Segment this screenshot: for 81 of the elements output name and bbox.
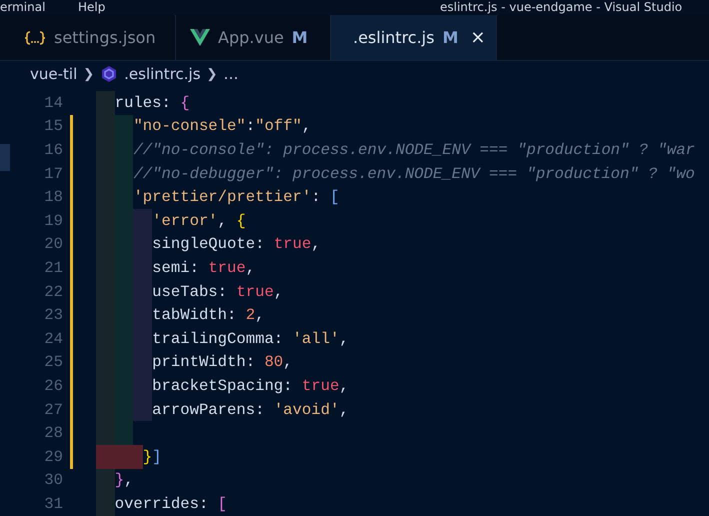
braces-icon [24, 30, 46, 46]
code-token: bracketSpacing: [152, 376, 294, 395]
code-token: , [274, 282, 284, 301]
code-token: arrowParens: [152, 400, 266, 419]
menu-item[interactable]: Help [78, 0, 106, 15]
code-token: 'prettier/prettier' [133, 188, 312, 206]
code-token: , [283, 353, 293, 372]
code-token: singleQuote: [152, 235, 266, 254]
code-token: useTabs: [152, 282, 228, 301]
line-number: 15 [43, 117, 63, 136]
code-token: : [311, 188, 322, 206]
breadcrumb-file[interactable]: .eslintrc.js [124, 65, 201, 83]
indent-guide [133, 398, 152, 422]
code-token: } [114, 471, 124, 490]
line-number: 22 [43, 282, 63, 301]
line-number: 31 [43, 494, 63, 513]
line-number: 18 [43, 188, 63, 206]
close-icon[interactable]: × [470, 27, 486, 48]
code-token: //"no-debugger": process.env.NODE_ENV === "production" ? "wo [133, 164, 695, 183]
line-number: 24 [43, 330, 63, 348]
code-token: , [124, 471, 134, 490]
code-token: , [339, 376, 349, 395]
code-token: : [246, 117, 256, 136]
line-number: 21 [43, 258, 63, 277]
code-token: , [246, 258, 256, 277]
code-token: 2 [246, 306, 256, 324]
code-token: , [339, 330, 349, 348]
code-token: } [142, 448, 152, 466]
code-token: 'error' [152, 212, 218, 230]
code-token: , [339, 400, 349, 419]
code-token: overrides: [114, 494, 210, 513]
line-number: 27 [43, 400, 63, 419]
code-token: printWidth: [152, 353, 256, 372]
indent-guide [96, 468, 115, 492]
code-token: , [255, 306, 264, 324]
code-token: 'avoid' [274, 400, 340, 419]
code-token: true [236, 282, 274, 301]
code-token: , [311, 235, 321, 254]
indent-guide [114, 421, 134, 445]
code-token: semi: [152, 258, 200, 277]
code-token: true [208, 258, 246, 277]
editor-tab[interactable]: .eslintrc.js M × [331, 15, 497, 60]
code-token: 'all' [292, 330, 340, 348]
line-number: 26 [43, 376, 63, 395]
window-title: eslintrc.js - vue-endgame - Visual Studio [440, 0, 682, 15]
chevron-icon: ❯ [83, 66, 94, 82]
breadcrumb-more[interactable]: … [223, 65, 238, 83]
chevron-icon: ❯ [206, 66, 218, 82]
code-token: trailingComma: [152, 330, 284, 348]
code-token: true [302, 376, 340, 395]
line-number: 28 [43, 424, 63, 442]
line-number: 25 [43, 353, 63, 372]
code-token: ] [152, 448, 162, 466]
line-number: 30 [43, 471, 63, 490]
line-number: 20 [43, 235, 63, 254]
line-number: 19 [43, 212, 63, 230]
code-token: , [218, 212, 228, 230]
line-number: 14 [43, 94, 63, 112]
line-number: 29 [43, 448, 63, 466]
code-token: [ [330, 188, 340, 206]
code-token: { [236, 212, 246, 230]
code-token: true [274, 235, 312, 254]
line-number: 17 [43, 164, 63, 183]
indent-guide [96, 421, 115, 445]
code-token: 80 [264, 353, 284, 372]
code-token: tabWidth: [152, 306, 238, 324]
code-token: //"no-console": process.env.NODE_ENV === "production" ? "war [133, 140, 695, 159]
code-token: rules: [114, 94, 172, 112]
v-logo-icon [190, 29, 210, 46]
line-number: 16 [43, 140, 63, 159]
code-token: "off" [255, 117, 302, 136]
sidebar-selection-edge [0, 144, 10, 171]
breadcrumb-folder[interactable]: vue-til [30, 65, 78, 83]
code-token: "no-consele" [133, 117, 246, 136]
indent-guide [133, 208, 152, 233]
code-token: [ [218, 494, 228, 513]
hexagon-icon [100, 65, 118, 83]
line-number: 23 [43, 306, 63, 324]
code-token: , [302, 117, 312, 136]
code-token: { [180, 94, 190, 112]
menu-item[interactable]: erminal [0, 0, 46, 15]
